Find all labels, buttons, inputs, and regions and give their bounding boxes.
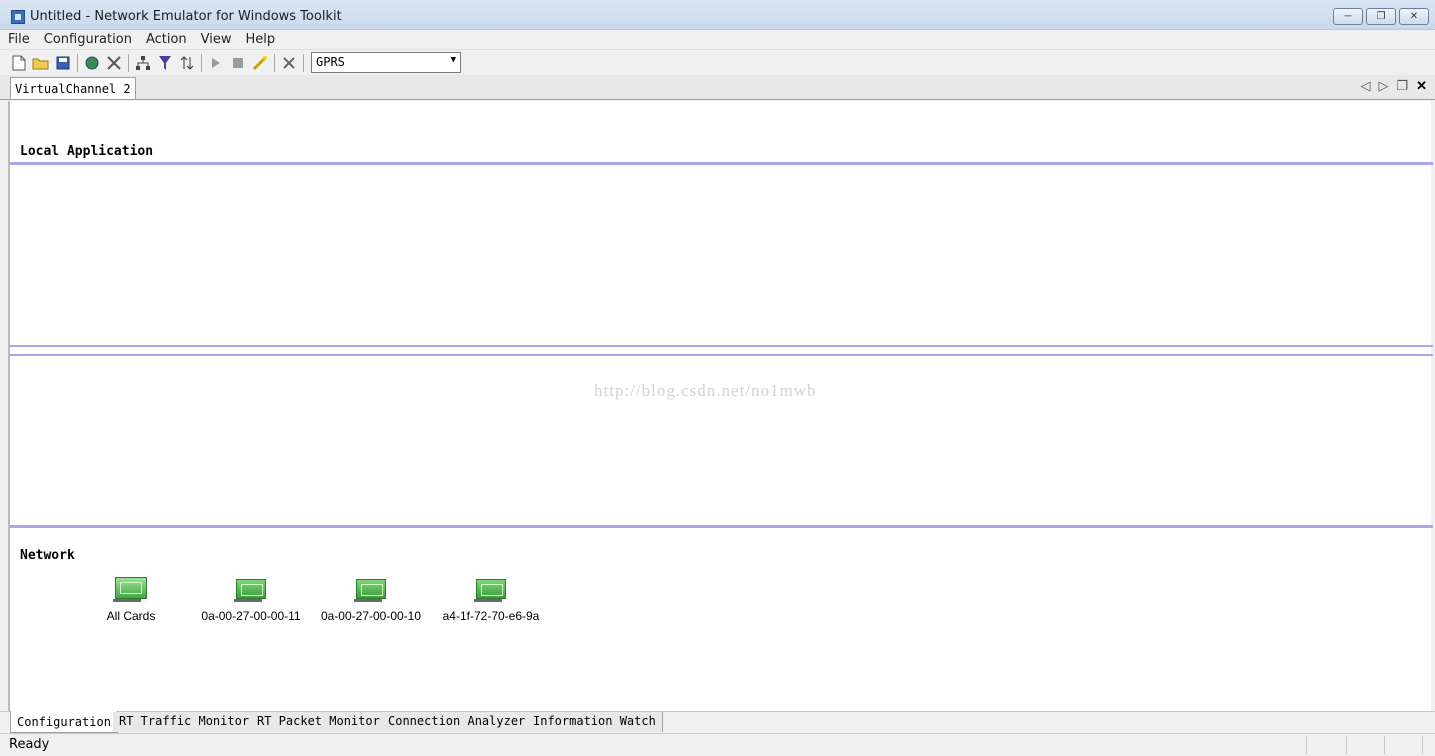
toolbar: GPRS ▼ xyxy=(0,49,1435,75)
toolbar-separator xyxy=(128,53,129,72)
status-pane xyxy=(1384,736,1385,754)
toolbar-separator xyxy=(201,53,202,72)
menu-help[interactable]: Help xyxy=(246,32,276,47)
open-folder-icon[interactable] xyxy=(30,52,52,74)
network-card-label: a4-1f-72-70-e6-9a xyxy=(442,609,540,623)
link-area-top-divider xyxy=(10,345,1433,347)
profile-select-value: GPRS xyxy=(316,55,345,69)
resize-grip[interactable] xyxy=(1422,736,1423,754)
filter-icon[interactable] xyxy=(154,52,176,74)
chevron-right-icon[interactable]: ▷ xyxy=(1378,78,1388,94)
network-card[interactable]: 0a-00-27-00-00-10 xyxy=(316,579,426,623)
network-adapter-icon xyxy=(474,579,506,602)
menu-view[interactable]: View xyxy=(201,32,232,47)
window-title: Untitled - Network Emulator for Windows … xyxy=(30,9,342,24)
minimize-button[interactable]: ─ xyxy=(1333,8,1363,25)
new-file-icon[interactable] xyxy=(8,52,30,74)
delete-icon[interactable] xyxy=(278,52,300,74)
profile-select[interactable]: GPRS ▼ xyxy=(311,52,461,73)
network-divider xyxy=(10,525,1433,528)
new-document-icon[interactable]: ❐ xyxy=(1396,78,1408,94)
status-text: Ready xyxy=(9,737,50,752)
local-application-divider xyxy=(10,162,1433,165)
document-tab-nav: ◁ ▷ ❐ ✕ xyxy=(1360,78,1427,94)
status-bar: Ready xyxy=(0,733,1435,756)
network-adapter-icon xyxy=(354,579,386,602)
network-topology-icon[interactable] xyxy=(132,52,154,74)
local-application-heading: Local Application xyxy=(20,144,154,159)
toolbar-separator xyxy=(303,53,304,72)
network-card-label: 0a-00-27-00-00-11 xyxy=(201,609,301,623)
network-adapter-icon xyxy=(234,579,266,602)
network-card-label: All Cards xyxy=(106,609,156,623)
watermark-text: http://blog.csdn.net/no1mwb xyxy=(594,381,817,400)
close-button[interactable]: ✕ xyxy=(1399,8,1429,25)
chevron-left-icon[interactable]: ◁ xyxy=(1360,78,1370,94)
toolbar-separator xyxy=(77,53,78,72)
tab-virtualchannel-2[interactable]: VirtualChannel 2 xyxy=(10,77,136,99)
network-card-label: 0a-00-27-00-00-10 xyxy=(320,609,422,623)
link-area-divider xyxy=(10,354,1433,356)
menu-file[interactable]: File xyxy=(8,32,30,47)
stop-icon[interactable] xyxy=(227,52,249,74)
document-tab-strip: VirtualChannel 2 ◁ ▷ ❐ ✕ xyxy=(0,75,1435,100)
wizard-icon[interactable] xyxy=(249,52,271,74)
sort-icon[interactable] xyxy=(176,52,198,74)
network-card-all[interactable]: All Cards xyxy=(76,577,186,623)
save-icon[interactable] xyxy=(52,52,74,74)
tab-connection-analyzer[interactable]: Connection Analyzer xyxy=(382,712,533,732)
status-pane xyxy=(1346,736,1347,754)
app-icon xyxy=(11,10,25,24)
restore-button[interactable]: ❐ xyxy=(1366,8,1396,25)
status-pane xyxy=(1306,736,1307,754)
menu-configuration[interactable]: Configuration xyxy=(44,32,132,47)
tools-icon[interactable] xyxy=(103,52,125,74)
network-heading: Network xyxy=(20,548,75,563)
chevron-down-icon: ▼ xyxy=(450,55,456,65)
channel-canvas[interactable]: Local Application http://blog.csdn.net/n… xyxy=(8,101,1433,711)
menu-action[interactable]: Action xyxy=(146,32,187,47)
menu-bar: File Configuration Action View Help xyxy=(0,30,1435,49)
toolbar-separator xyxy=(274,53,275,72)
tab-configuration[interactable]: Configuration xyxy=(10,711,118,733)
globe-icon[interactable] xyxy=(81,52,103,74)
network-card[interactable]: a4-1f-72-70-e6-9a xyxy=(436,579,546,623)
tab-rt-packet-monitor[interactable]: RT Packet Monitor xyxy=(251,712,387,732)
bottom-tab-strip: Configuration RT Traffic Monitor RT Pack… xyxy=(0,711,1435,733)
network-card[interactable]: 0a-00-27-00-00-11 xyxy=(196,579,306,623)
title-bar: Untitled - Network Emulator for Windows … xyxy=(0,0,1435,30)
close-icon[interactable]: ✕ xyxy=(1416,78,1427,94)
window-controls: ─ ❐ ✕ xyxy=(1333,8,1429,25)
tab-rt-traffic-monitor[interactable]: RT Traffic Monitor xyxy=(113,712,257,732)
network-adapter-icon xyxy=(113,577,147,602)
tab-information-watch[interactable]: Information Watch xyxy=(527,712,663,732)
play-icon[interactable] xyxy=(205,52,227,74)
